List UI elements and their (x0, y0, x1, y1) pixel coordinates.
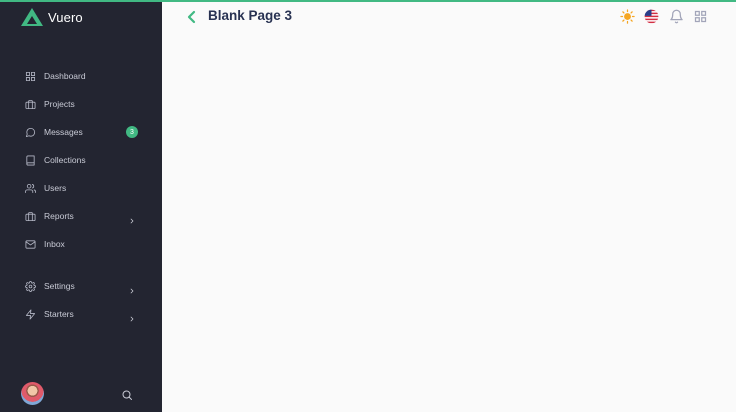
sidebar-item-users[interactable]: Users (0, 174, 162, 202)
chevron-right-icon (128, 212, 136, 224)
brand[interactable]: Vuero (21, 8, 83, 26)
book-icon (25, 155, 36, 166)
nav-divider-space (0, 258, 162, 272)
sidebar-item-messages[interactable]: Messages 3 (0, 118, 162, 146)
chevron-right-icon (128, 310, 136, 322)
briefcase-icon (25, 99, 36, 110)
us-flag-icon[interactable] (644, 9, 659, 24)
sidebar-item-starters[interactable]: Starters (0, 300, 162, 328)
sidebar-item-reports[interactable]: Reports (0, 202, 162, 230)
sidebar-item-label: Starters (44, 309, 74, 319)
message-circle-icon (25, 127, 36, 138)
zap-icon (25, 309, 36, 320)
bell-icon[interactable] (669, 9, 684, 24)
sidebar-item-dashboard[interactable]: Dashboard (0, 62, 162, 90)
sun-icon[interactable] (620, 9, 635, 24)
vuero-logo-icon (21, 8, 43, 26)
grid-icon (25, 71, 36, 82)
sidebar-item-label: Messages (44, 127, 83, 137)
sidebar-item-label: Dashboard (44, 71, 86, 81)
avatar[interactable] (21, 382, 44, 405)
apps-grid-icon[interactable] (693, 9, 708, 24)
back-button[interactable] (186, 10, 198, 24)
sidebar-item-collections[interactable]: Collections (0, 146, 162, 174)
sidebar-item-label: Settings (44, 281, 75, 291)
sidebar-item-label: Projects (44, 99, 75, 109)
users-icon (25, 183, 36, 194)
sidebar-item-label: Users (44, 183, 67, 193)
settings-icon (25, 280, 36, 292)
sidebar-nav: Dashboard Projects Messages 3 Collection… (0, 62, 162, 328)
briefcase-icon (25, 211, 36, 222)
sidebar-item-projects[interactable]: Projects (0, 90, 162, 118)
mail-icon (25, 239, 36, 250)
sidebar-item-inbox[interactable]: Inbox (0, 230, 162, 258)
sidebar-item-settings[interactable]: Settings (0, 272, 162, 300)
chevron-right-icon (128, 282, 136, 294)
sidebar-item-label: Reports (44, 211, 74, 221)
brand-name: Vuero (48, 9, 83, 25)
sidebar-item-label: Collections (44, 155, 86, 165)
messages-count-badge: 3 (126, 126, 138, 138)
sidebar-item-label: Inbox (44, 239, 65, 249)
page-title: Blank Page 3 (208, 8, 293, 23)
sidebar: Vuero Dashboard Projects Messages 3 Coll… (0, 0, 162, 412)
search-icon[interactable] (121, 388, 133, 400)
top-accent-line (0, 0, 736, 2)
